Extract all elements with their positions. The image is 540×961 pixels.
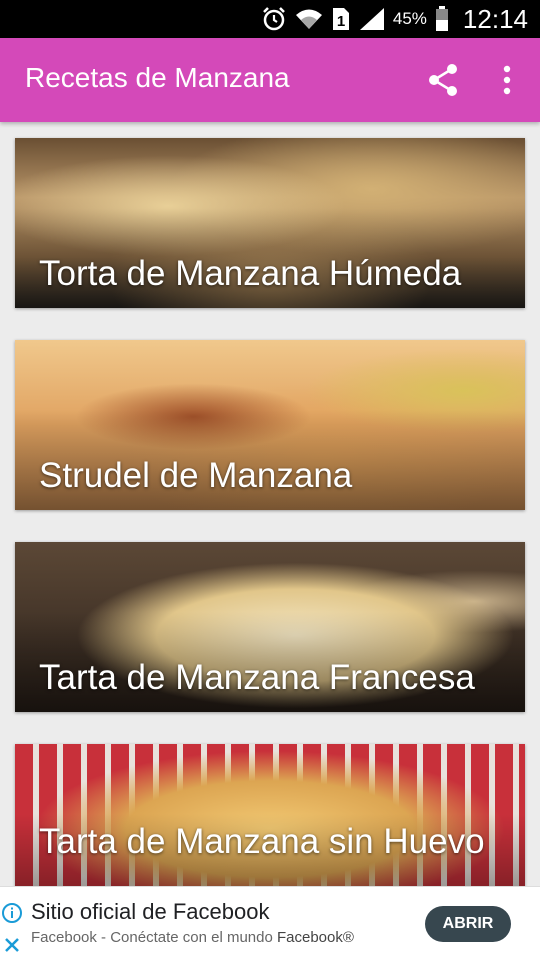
recipe-card[interactable]: Tarta de Manzana Francesa <box>15 542 525 712</box>
app-bar: Recetas de Manzana <box>0 38 540 122</box>
app-title: Recetas de Manzana <box>25 62 290 93</box>
svg-text:1: 1 <box>337 13 345 30</box>
recipe-title: Tarta de Manzana Francesa <box>39 658 475 697</box>
ad-brand: Facebook® <box>276 929 354 946</box>
adchoices-info-icon[interactable] <box>2 903 22 923</box>
recipe-card[interactable]: Strudel de Manzana <box>15 340 525 510</box>
more-vert-icon[interactable] <box>493 60 521 100</box>
ad-banner[interactable]: Sitio oficial de Facebook Facebook - Con… <box>0 886 540 961</box>
ad-subtitle-text: Facebook - Conéctate con el mundo <box>31 929 273 946</box>
ad-close-icon[interactable] <box>2 935 22 955</box>
battery-percent: 45% <box>392 9 427 28</box>
recipe-card[interactable]: Torta de Manzana Húmeda <box>15 138 525 308</box>
battery-icon <box>435 6 448 31</box>
ad-subtitle: Facebook - Conéctate con el mundo Facebo… <box>31 929 354 946</box>
status-bar: 1 45% 12:14 <box>0 0 540 38</box>
signal-icon <box>359 8 384 30</box>
alarm-icon <box>263 7 285 31</box>
recipe-card[interactable]: Tarta de Manzana sin Huevo <box>15 744 525 886</box>
recipe-title: Tarta de Manzana sin Huevo <box>39 822 485 861</box>
recipe-list[interactable]: Torta de Manzana Húmeda Strudel de Manza… <box>0 122 540 886</box>
recipe-title: Strudel de Manzana <box>39 456 353 495</box>
ad-open-button[interactable]: ABRIR <box>425 906 511 942</box>
wifi-icon <box>295 9 322 29</box>
recipe-title: Torta de Manzana Húmeda <box>39 254 462 293</box>
share-icon[interactable] <box>424 60 464 100</box>
ad-title[interactable]: Sitio oficial de Facebook <box>31 899 269 925</box>
status-icons: 1 45% 12:14 <box>261 0 528 38</box>
clock: 12:14 <box>462 3 528 34</box>
sim-icon: 1 <box>332 8 349 30</box>
